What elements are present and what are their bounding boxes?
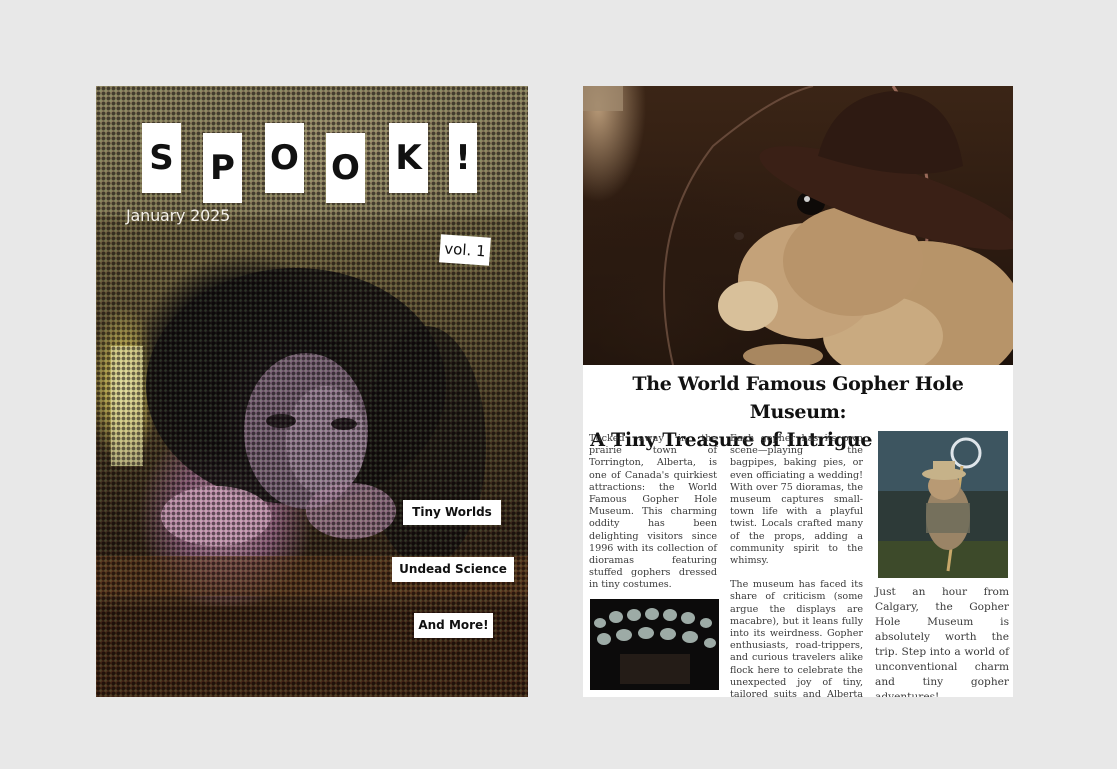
title-letter-s: S (142, 123, 181, 193)
cover-tag-undead-science: Undead Science (392, 557, 514, 582)
headline-line-1: The World Famous Gopher Hole Museum: (632, 373, 964, 423)
column-3-paragraph: Just an hour from Calgary, the Gopher Ho… (875, 586, 1009, 697)
title-letter-exclaim: ! (449, 123, 477, 193)
volume-badge: vol. 1 (439, 234, 491, 266)
cover-tag-and-more: And More! (414, 613, 493, 638)
hero-photo-gopher-in-hat (583, 86, 1013, 365)
title-letter-k: K (389, 123, 428, 193)
article-column-1: Tucked away in the prairie town of Torri… (589, 433, 717, 604)
gopher-with-net-photo (878, 431, 1008, 578)
cover-date: January 2025 (126, 206, 231, 225)
article-page: The World Famous Gopher Hole Museum: A T… (583, 86, 1013, 697)
title-letter-p: P (203, 133, 242, 203)
title-letter-o1: O (265, 123, 304, 193)
title-letter-o2: O (326, 133, 365, 203)
column-2-paragraph-1: Each gopher has its own scene—playing th… (730, 433, 863, 567)
article-column-3: Just an hour from Calgary, the Gopher Ho… (875, 585, 1009, 697)
magazine-cover: S P O O K ! January 2025 vol. 1 Tiny Wor… (96, 86, 528, 697)
article-column-2: Each gopher has its own scene—playing th… (730, 433, 863, 697)
cover-tag-tiny-worlds: Tiny Worlds (403, 500, 501, 525)
column-1-paragraph: Tucked away in the prairie town of Torri… (589, 433, 717, 591)
column-2-paragraph-2: The museum has faced its share of critic… (730, 579, 863, 697)
diorama-display-photo (590, 599, 719, 690)
